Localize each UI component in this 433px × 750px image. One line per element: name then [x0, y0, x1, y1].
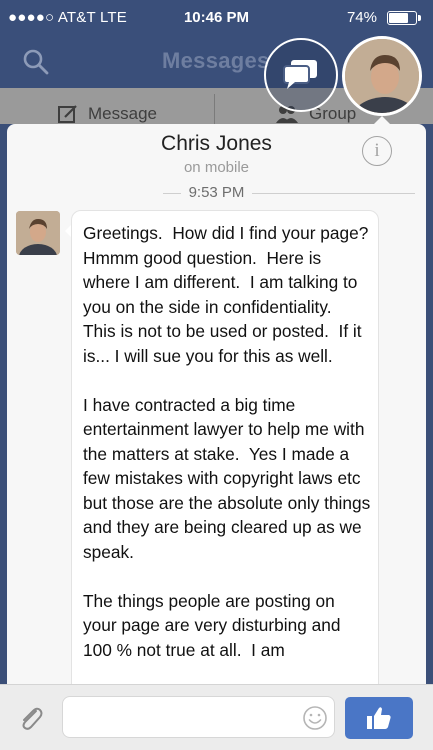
message-bubble[interactable]: Greetings. How did I find your page? Hmm… — [71, 210, 379, 750]
compose-icon — [58, 105, 77, 123]
battery-icon — [387, 11, 421, 25]
message-input[interactable] — [62, 696, 335, 738]
timestamp-text: 9:53 PM — [180, 184, 253, 201]
like-button[interactable] — [345, 697, 413, 739]
sender-avatar[interactable] — [16, 211, 60, 255]
info-icon[interactable]: i — [362, 136, 392, 166]
paperclip-icon[interactable] — [16, 703, 46, 733]
action-divider — [214, 94, 215, 124]
sender-photo — [16, 211, 60, 255]
new-message-button[interactable]: Message — [58, 104, 157, 124]
search-icon[interactable] — [22, 48, 50, 76]
chat-heads-button[interactable] — [264, 38, 338, 112]
contact-status: on mobile — [183, 159, 250, 176]
status-bar: ●●●●○ AT&T LTE 10:46 PM 74% — [0, 0, 433, 36]
conversation-sheet: Chris Jones on mobile i 9:53 PM Greeting… — [7, 124, 426, 750]
chat-bubbles-icon — [283, 60, 317, 89]
message-composer — [0, 684, 433, 750]
message-text: Greetings. How did I find your page? Hmm… — [83, 223, 371, 660]
message-timestamp: 9:53 PM — [7, 184, 426, 201]
battery-percent: 74% — [346, 9, 377, 26]
contact-chat-head-avatar[interactable] — [342, 36, 422, 116]
message-action-label: Message — [88, 104, 157, 123]
conversation-header: Chris Jones on mobile i — [7, 124, 426, 178]
page-title: Messages — [162, 48, 270, 73]
thumbs-up-icon — [367, 707, 391, 729]
emoji-icon[interactable] — [302, 705, 328, 731]
